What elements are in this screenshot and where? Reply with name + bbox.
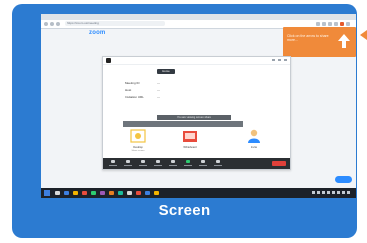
invite-url-value: — (157, 95, 160, 99)
security-button[interactable] (139, 160, 147, 167)
zoom-app-window: Home Meeting ID — Host — Invitation URL … (102, 56, 291, 170)
window-controls[interactable] (272, 59, 287, 61)
reactions-button[interactable] (214, 160, 222, 167)
meeting-id-value: — (157, 81, 160, 85)
chat-button[interactable] (169, 160, 177, 167)
window-titlebar (103, 57, 290, 65)
tab-home-label: Home (162, 69, 170, 73)
participants-button[interactable] (154, 160, 162, 167)
share-notification[interactable]: Click on the arrow to share more... (283, 27, 356, 57)
desktop-sublabel: Share screen (131, 150, 145, 152)
tab-home[interactable]: Home (157, 69, 175, 74)
url-bar[interactable]: https://zoom.us/meeting (65, 21, 165, 26)
card-caption: Screen (158, 202, 211, 219)
share-status-strip (123, 121, 243, 127)
notification-text: Click on the arrow to share more... (287, 34, 329, 42)
share-status-text: You are viewing screen share (177, 116, 211, 119)
host-value: — (157, 88, 160, 92)
share-desktop-option[interactable]: Desktop Share screen (127, 129, 149, 155)
app-icon (106, 58, 111, 63)
mute-button[interactable] (109, 160, 117, 167)
os-taskbar (41, 188, 356, 198)
meeting-toolbar (103, 158, 290, 169)
arrow-up-icon (338, 34, 350, 48)
desktop-label: Desktop (133, 146, 143, 149)
share-screen-button[interactable] (184, 160, 192, 167)
end-meeting-button[interactable] (272, 161, 286, 166)
invite-option[interactable]: Invite (243, 129, 265, 155)
whiteboard-icon (183, 131, 197, 142)
arrow-left-icon (360, 30, 367, 40)
share-status-bar: You are viewing screen share (157, 115, 231, 120)
browser-nav-icons[interactable] (44, 22, 60, 26)
screenshot: https://zoom.us/meeting zoom Click on th… (41, 14, 356, 198)
video-button[interactable] (124, 160, 132, 167)
chat-bubble-button[interactable] (335, 176, 352, 183)
record-button[interactable] (199, 160, 207, 167)
zoom-logo: zoom (89, 30, 106, 36)
whiteboard-label: Whiteboard (183, 146, 197, 149)
share-whiteboard-option[interactable]: Whiteboard (179, 129, 201, 155)
invite-url-label: Invitation URL (125, 95, 144, 99)
system-tray[interactable] (312, 191, 350, 194)
meeting-id-label: Meeting ID (125, 81, 140, 85)
extension-icons[interactable] (316, 22, 350, 26)
person-icon (248, 129, 260, 143)
card: https://zoom.us/meeting zoom Click on th… (12, 4, 357, 238)
start-icon[interactable] (44, 190, 50, 196)
invite-label: Invite (250, 146, 258, 149)
desktop-icon (130, 129, 146, 143)
taskbar-apps[interactable] (55, 191, 159, 195)
host-label: Host (125, 88, 132, 92)
